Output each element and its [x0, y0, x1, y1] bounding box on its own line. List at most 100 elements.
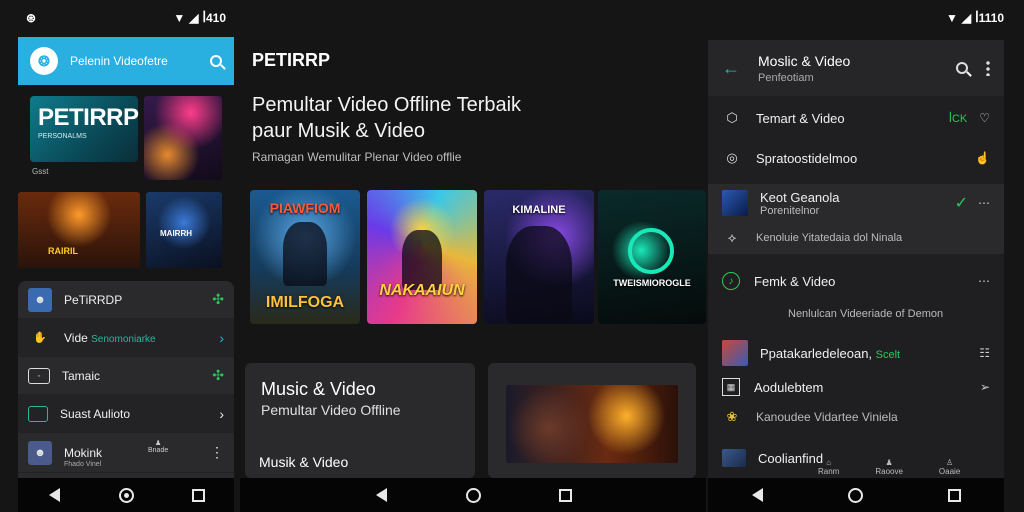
qr-icon: ▦ [722, 378, 740, 396]
list-item-text: Keot Geanola Porenitelnor [760, 190, 840, 217]
list-item-label: PeTiRRDP [64, 292, 123, 307]
card-title: KIMALINE [512, 204, 566, 216]
thumbnail [722, 340, 748, 366]
header-title: Moslic & Video [758, 52, 851, 69]
list-item[interactable]: · Tamaic ✣ [18, 357, 234, 395]
list-item[interactable]: Ppatakarledeleoan, Scelt ☷ [708, 338, 1004, 368]
back-icon[interactable] [749, 487, 765, 503]
poster-band[interactable]: RAIRIL [18, 192, 140, 268]
back-icon[interactable] [373, 487, 389, 503]
hero-banner[interactable]: PETIRRP PERSONALMS [30, 96, 139, 162]
app-logo-icon[interactable]: ❂ [30, 47, 58, 75]
more-vert-icon[interactable]: ⋮ [210, 444, 224, 461]
tab-account[interactable]: ♙ Oaaie [939, 458, 960, 476]
chevron-right-icon[interactable]: › [219, 406, 224, 422]
home-icon[interactable] [848, 487, 864, 503]
status-tag: ꟾCK [948, 112, 968, 125]
list-item[interactable]: ▦ Aodulebtem ➢ [708, 376, 1004, 398]
person-icon: ♟ [154, 440, 162, 447]
list-item[interactable]: ❀ Kanoudee Vidartee Viniela [708, 406, 1004, 428]
more-vert-icon[interactable] [986, 60, 990, 76]
tab-home[interactable]: ⌂ Ranm [818, 458, 839, 476]
poster-text: RAIRIL [48, 246, 78, 256]
detail-list: ⬡ Temart & Video ꟾCK ♡ ◎ Spratoostidelmo… [708, 96, 1004, 478]
movie-card[interactable]: PIAWFIOM IMILFOGA [250, 190, 360, 324]
search-icon[interactable] [210, 55, 222, 67]
home-icon[interactable] [465, 487, 481, 503]
avatar-icon: ☻ [28, 287, 52, 312]
status-bar: ▼ ◢ ꟾ1110 [946, 0, 1004, 36]
list-item-sub: Kenoluie Yitatedaia dol Ninala [756, 232, 903, 244]
hand-icon: ✋ [33, 332, 47, 344]
card-title: IMILFOGA [265, 294, 345, 311]
frame-icon [28, 405, 48, 422]
media-preview-card[interactable] [488, 363, 696, 478]
info-card-title: Music & Video [261, 379, 376, 399]
movie-card[interactable]: TWEISMIOROGLE [598, 190, 706, 324]
recents-icon[interactable] [557, 487, 573, 503]
list-item[interactable]: ☻ PeTiRRDP ✣ [18, 281, 234, 319]
list-item[interactable]: Suast Aulioto › [18, 395, 234, 433]
check-icon[interactable]: ✓ [955, 193, 968, 213]
status-bar: ⊛ ▼ ◢ ꟾ410 [26, 0, 226, 36]
tag-icon: ⟡ [727, 230, 737, 245]
card-title: PIAWFIOM [269, 200, 341, 216]
list-item: Keot Geanola Porenitelnor ✓ ⋯ [708, 190, 1004, 217]
list-section[interactable]: Keot Geanola Porenitelnor ✓ ⋯ ⟡ Kenoluie… [708, 184, 1004, 254]
movie-card[interactable]: NAKAAIUN [367, 190, 477, 324]
hero-subtitle: PERSONALMS [38, 133, 87, 140]
list-item[interactable]: ✋ Vide Senomoniarke › [18, 319, 234, 357]
list-item[interactable]: ♪ Femk & Video ⋯ [708, 268, 1004, 294]
flower-icon: ❀ [726, 409, 738, 424]
more-horiz-icon[interactable]: ⋯ [978, 274, 990, 288]
search-icon[interactable] [956, 62, 968, 74]
recents-icon[interactable] [947, 487, 963, 503]
send-icon[interactable]: ➢ [980, 380, 990, 394]
tagline: Ramagan Wemulitar Plenar Video offlie [252, 150, 462, 164]
brand-title: PETIRRP [252, 50, 331, 70]
movie-card[interactable]: KIMALINE [484, 190, 594, 324]
list-item-label: Vide Senomoniarke [64, 330, 156, 345]
hero-title: PETIRRP [38, 104, 139, 131]
detail-header: ← Moslic & Video Penfeotiam [708, 40, 1004, 96]
tab-profile[interactable]: ♟ Raoove [875, 458, 903, 476]
heart-icon[interactable]: ♡ [979, 111, 990, 125]
poster-stage[interactable]: MAIRRH [146, 192, 222, 268]
header-subtitle: Penfeotiam [758, 71, 814, 84]
add-icon[interactable]: ✣ [212, 367, 224, 384]
face-icon: ◎ [726, 150, 738, 165]
recents-icon[interactable] [190, 487, 206, 503]
list-item-label: Aodulebtem [754, 379, 824, 395]
app-notification-icon: ⊛ [26, 11, 37, 25]
list-item-label: Ppatakarledeleoan, Scelt [760, 345, 901, 361]
list-item-label: Keot Geanola [760, 189, 840, 205]
info-card[interactable]: Music & Video Pemultar Video Offline Mus… [245, 363, 475, 478]
headline: Pemultar Video Offline Terbaik paur Musi… [252, 94, 522, 142]
list-item-label: Kanoudee Vidartee Viniela [756, 410, 898, 424]
list-item[interactable]: ☻ Mokink ♟ Bnade ⋮ Fhado Vinel [18, 433, 234, 473]
list-item-label: Spratoostidelmoo [756, 150, 858, 166]
figure-silhouette [506, 226, 572, 324]
home-tab-icon: ⌂ [826, 458, 832, 467]
poster-concert[interactable] [144, 96, 222, 180]
add-icon[interactable]: ✣ [212, 291, 224, 308]
touch-icon[interactable]: ☝ [975, 151, 990, 165]
list-item[interactable]: ◎ Spratoostidelmoo ☝ [708, 144, 1004, 172]
chevron-right-icon[interactable]: › [219, 330, 224, 346]
more-horiz-icon[interactable]: ⋯ [978, 196, 990, 210]
profile-mini[interactable]: ♟ Bnade [148, 439, 168, 454]
back-icon[interactable] [46, 487, 62, 503]
music-circle-icon: ♪ [722, 272, 740, 290]
back-arrow-icon[interactable]: ← [722, 58, 744, 79]
home-icon[interactable] [118, 487, 134, 503]
thumbnail [722, 190, 748, 216]
info-card-subtitle: Pemultar Video Offline [261, 402, 401, 418]
music-logo-icon [628, 228, 674, 274]
grid-icon[interactable]: ☷ [979, 346, 990, 360]
tv-icon: · [28, 367, 50, 384]
list-item[interactable]: ⬡ Temart & Video ꟾCK ♡ [708, 104, 1004, 132]
card-title: TWEISMIOROGLE [613, 278, 691, 288]
figure-silhouette [402, 230, 442, 290]
signal-icon: ◢ [189, 11, 199, 25]
promo-panel: PETIRRP Pemultar Video Offline Terbaik p… [240, 0, 706, 512]
